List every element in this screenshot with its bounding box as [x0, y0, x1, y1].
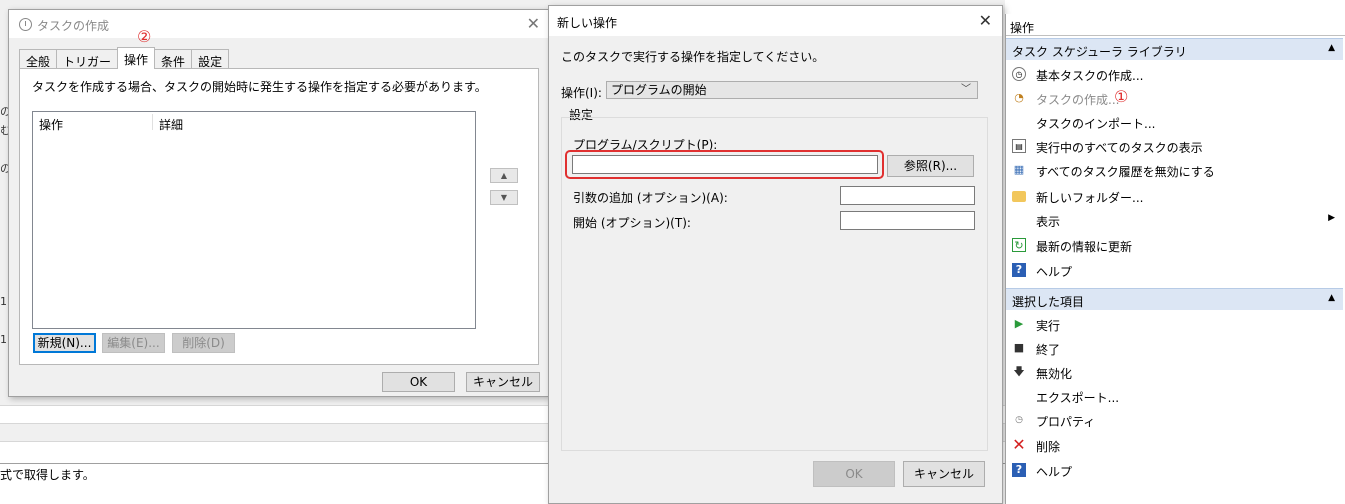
pane-item-label: ヘルプ [1036, 465, 1073, 479]
pane-item-run[interactable]: ▶ 実行 [1006, 312, 1343, 336]
close-icon[interactable]: ✕ [979, 11, 992, 30]
action-list[interactable]: 操作 詳細 [32, 111, 476, 329]
collapse-icon[interactable]: ▲ [1328, 43, 1335, 53]
cancel-button[interactable]: キャンセル [466, 372, 540, 392]
pane-item-label: 削除 [1036, 440, 1061, 454]
move-up-button[interactable]: ▲ [490, 168, 518, 183]
arguments-input[interactable] [840, 186, 975, 205]
pane-item-export[interactable]: エクスポート... [1006, 384, 1343, 408]
pane-item-label: 表示 [1036, 215, 1061, 229]
column-header-details[interactable]: 詳細 [159, 116, 183, 133]
dialog-title-bar: タスクの作成 ✕ [9, 10, 548, 38]
close-icon[interactable]: ✕ [527, 14, 540, 33]
tab-triggers[interactable]: トリガー [56, 49, 119, 69]
cancel-button[interactable]: キャンセル [903, 461, 985, 487]
program-script-input[interactable] [572, 155, 878, 174]
dialog-title: 新しい操作 [557, 16, 618, 30]
pane-item-create-basic-task[interactable]: ◷ 基本タスクの作成... [1006, 62, 1343, 86]
start-in-input[interactable] [840, 211, 975, 230]
ok-button[interactable]: OK [382, 372, 455, 392]
pane-item-disable-history[interactable]: ▦ すべてのタスク履歴を無効にする [1006, 158, 1343, 182]
edit-action-button[interactable]: 編集(E)... [102, 333, 165, 353]
actions-pane: 操作 タスク スケジューラ ライブラリ ▲ ◷ 基本タスクの作成... ◔ タス… [1005, 14, 1345, 504]
delete-icon: ✕ [1012, 435, 1026, 454]
collapse-icon[interactable]: ▲ [1328, 293, 1335, 303]
basic-task-icon: ◷ [1012, 67, 1026, 81]
column-divider[interactable] [152, 114, 153, 130]
create-task-icon: ◔ [1014, 91, 1024, 104]
pane-item-label: 無効化 [1036, 367, 1073, 381]
browse-button[interactable]: 参照(R)... [887, 155, 974, 177]
pane-item-label: 最新の情報に更新 [1036, 240, 1133, 254]
status-text: 式で取得します。 [0, 468, 95, 482]
tab-general[interactable]: 全般 [19, 49, 58, 69]
pane-item-delete[interactable]: ✕ 削除 [1006, 433, 1343, 457]
tab-actions[interactable]: 操作 [117, 47, 156, 69]
run-icon: ▶ [1014, 317, 1024, 330]
start-in-label: 開始 (オプション)(T): [573, 216, 691, 230]
panel-description: タスクを作成する場合、タスクの開始時に発生する操作を指定する必要があります。 [32, 80, 487, 94]
section-title: 選択した項目 [1012, 295, 1085, 309]
pane-item-label: 実行 [1036, 319, 1061, 333]
running-tasks-icon: ▤ [1012, 139, 1026, 153]
step-badge-2: ② [137, 27, 152, 46]
dialog-title-bar: 新しい操作 ✕ [549, 6, 1002, 36]
properties-icon: ◷ [1015, 415, 1023, 425]
pane-item-label: タスクの作成... [1036, 93, 1120, 107]
actions-pane-header: 操作 [1006, 14, 1345, 36]
pane-item-help[interactable]: ? ヘルプ [1006, 458, 1343, 482]
move-down-button[interactable]: ▼ [490, 190, 518, 205]
dialog-title: タスクの作成 [37, 19, 110, 33]
new-action-button[interactable]: 新規(N)... [33, 333, 96, 353]
delete-action-button[interactable]: 削除(D) [172, 333, 235, 353]
create-task-dialog: タスクの作成 ✕ 全般 トリガー 操作 条件 設定 ② タスクを作成する場合、タ… [8, 9, 549, 397]
pane-item-label: 基本タスクの作成... [1036, 69, 1144, 83]
action-type-label: 操作(I): [561, 86, 602, 100]
action-type-select[interactable]: プログラムの開始 ﹀ [606, 81, 978, 99]
tab-strip: 全般 トリガー 操作 条件 設定 [19, 47, 230, 69]
pane-item-label: ヘルプ [1036, 265, 1073, 279]
action-type-value: プログラムの開始 [611, 83, 707, 97]
pane-item-label: 新しいフォルダー... [1036, 191, 1144, 205]
section-selected-item[interactable]: 選択した項目 ▲ [1006, 288, 1343, 310]
tab-conditions[interactable]: 条件 [154, 49, 193, 69]
pane-item-import-task[interactable]: タスクのインポート... [1006, 110, 1343, 134]
stop-icon: ■ [1013, 341, 1025, 354]
pane-item-refresh[interactable]: ↻ 最新の情報に更新 [1006, 233, 1343, 257]
submenu-arrow-icon: ▶ [1328, 213, 1335, 223]
pane-item-label: 実行中のすべてのタスクの表示 [1036, 141, 1203, 155]
ok-button[interactable]: OK [813, 461, 895, 487]
column-header-action[interactable]: 操作 [39, 116, 63, 133]
instruction-text: このタスクで実行する操作を指定してください。 [561, 50, 825, 64]
folder-icon [1012, 191, 1026, 202]
pane-item-label: エクスポート... [1036, 391, 1120, 405]
pane-item-new-folder[interactable]: 新しいフォルダー... [1006, 184, 1343, 208]
pane-item-properties[interactable]: ◷ プロパティ [1006, 408, 1343, 432]
pane-item-create-task[interactable]: ◔ タスクの作成... ① [1006, 86, 1343, 110]
refresh-icon: ↻ [1012, 238, 1026, 252]
tab-settings[interactable]: 設定 [191, 49, 230, 69]
help-icon: ? [1012, 263, 1026, 277]
section-title: タスク スケジューラ ライブラリ [1012, 45, 1187, 59]
section-task-scheduler-library[interactable]: タスク スケジューラ ライブラリ ▲ [1006, 38, 1343, 60]
actions-tab-panel: タスクを作成する場合、タスクの開始時に発生する操作を指定する必要があります。 操… [19, 68, 539, 365]
disable-icon: 🡇 [1013, 365, 1025, 378]
pane-item-view[interactable]: 表示 ▶ [1006, 208, 1343, 232]
pane-item-label: すべてのタスク履歴を無効にする [1036, 165, 1215, 179]
pane-item-disable[interactable]: 🡇 無効化 [1006, 360, 1343, 384]
history-icon: ▦ [1013, 163, 1025, 176]
pane-item-help[interactable]: ? ヘルプ [1006, 258, 1343, 282]
arguments-label: 引数の追加 (オプション)(A): [573, 191, 728, 205]
new-action-dialog: 新しい操作 ✕ このタスクで実行する操作を指定してください。 操作(I): プロ… [548, 5, 1003, 504]
step-badge-1: ① [1114, 87, 1129, 106]
pane-item-end[interactable]: ■ 終了 [1006, 336, 1343, 360]
chevron-down-icon: ﹀ [961, 84, 971, 95]
pane-item-label: プロパティ [1036, 415, 1096, 429]
clock-icon [19, 18, 32, 31]
help-icon: ? [1012, 463, 1026, 477]
pane-item-display-running-tasks[interactable]: ▤ 実行中のすべてのタスクの表示 [1006, 134, 1343, 158]
pane-item-label: 終了 [1036, 343, 1061, 357]
pane-item-label: タスクのインポート... [1036, 117, 1156, 131]
